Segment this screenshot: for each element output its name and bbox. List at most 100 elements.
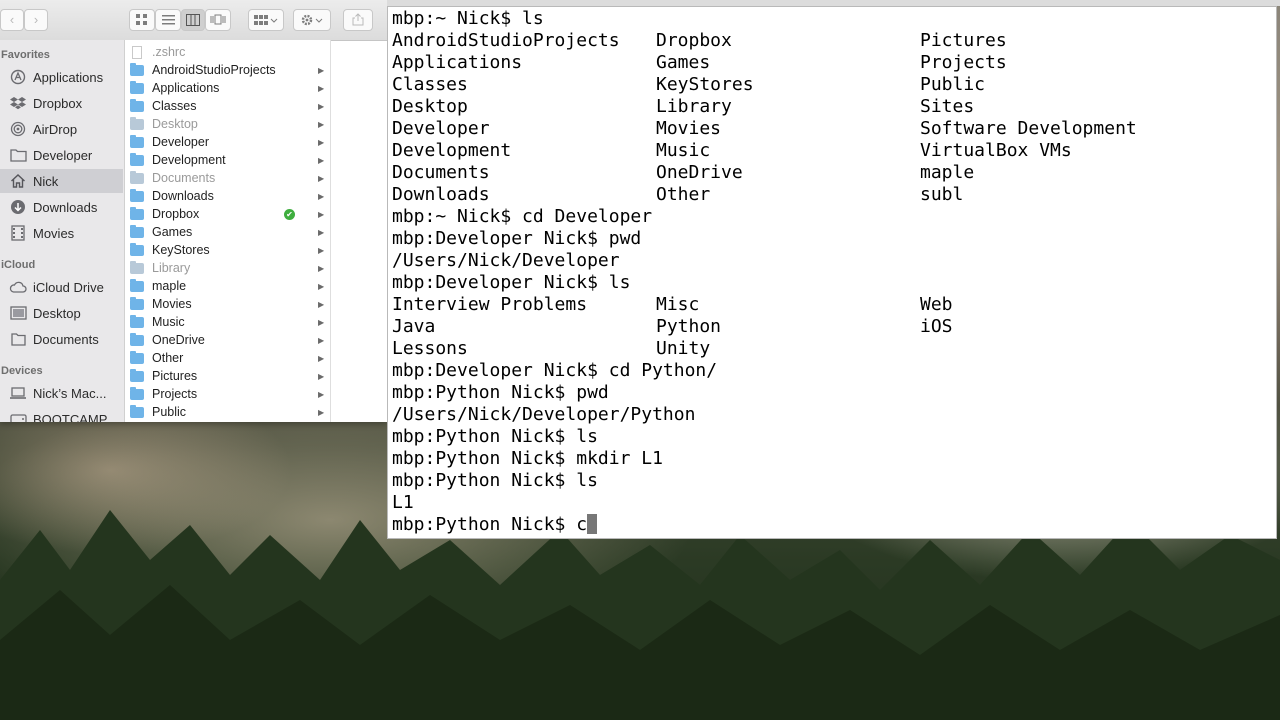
sidebar-item-label: Documents — [33, 331, 99, 347]
terminal-line: Java Python iOS — [392, 316, 953, 337]
list-item[interactable]: Public ▶ — [125, 403, 330, 421]
folder-icon — [130, 368, 144, 382]
list-item[interactable]: Games ▶ — [125, 223, 330, 241]
terminal-line: mbp:~ Nick$ cd Developer — [392, 206, 653, 227]
disclosure-arrow-icon: ▶ — [318, 65, 325, 75]
terminal-input[interactable]: c — [576, 514, 587, 535]
sidebar-item-label: Developer — [33, 147, 93, 163]
folder-icon — [130, 314, 144, 328]
list-item[interactable]: Projects ▶ — [125, 385, 330, 403]
terminal-line: mbp:Developer Nick$ ls — [392, 272, 631, 293]
terminal-line: mbp:Python Nick$ mkdir L1 — [392, 448, 663, 469]
list-item[interactable]: Applications ▶ — [125, 79, 330, 97]
document-icon — [132, 45, 142, 59]
folder-icon — [130, 224, 144, 238]
action-button[interactable] — [293, 9, 331, 31]
folder-icon — [130, 404, 144, 418]
sidebar-item-applications[interactable]: Applications — [0, 65, 123, 89]
sidebar-item-bootcamp[interactable]: BOOTCAMP — [0, 407, 123, 422]
terminal-line: Documents OneDrive maple — [392, 162, 975, 183]
grid-icon — [136, 14, 147, 25]
terminal-line: /Users/Nick/Developer/Python — [392, 404, 696, 425]
applications-icon — [8, 69, 28, 85]
sidebar-item-label: Applications — [33, 69, 104, 85]
terminal-line: L1 — [392, 492, 414, 513]
share-button[interactable] — [343, 9, 373, 31]
folder-icon — [130, 278, 144, 292]
text-cursor — [587, 514, 598, 534]
list-item[interactable]: Desktop ▶ — [125, 115, 330, 133]
sync-check-icon: ✔ — [284, 208, 295, 220]
sidebar-item-label: Nick — [33, 173, 59, 189]
terminal-line: Downloads Other subl — [392, 184, 964, 205]
terminal-line: mbp:Developer Nick$ pwd — [392, 228, 642, 249]
sidebar-item-downloads[interactable]: Downloads — [0, 195, 123, 219]
disclosure-arrow-icon: ▶ — [318, 317, 325, 327]
list-item[interactable]: Classes ▶ — [125, 97, 330, 115]
disclosure-arrow-icon: ▶ — [318, 299, 325, 309]
folder-icon — [130, 152, 144, 166]
terminal-prompt: mbp:Python Nick$ — [392, 514, 577, 535]
terminal-input-line[interactable]: mbp:Python Nick$ c — [392, 514, 1272, 536]
terminal-line: Classes KeyStores Public — [392, 74, 986, 95]
sidebar-item-nick[interactable]: Nick — [0, 169, 123, 193]
finder-toolbar: ‹ › — [0, 0, 387, 41]
folder-icon — [130, 242, 144, 256]
favorites-header: Favorites — [1, 49, 50, 61]
folder-icon — [130, 260, 144, 274]
sidebar-item-icloud-documents[interactable]: Documents — [0, 327, 123, 351]
sidebar-item-airdrop[interactable]: AirDrop — [0, 117, 123, 141]
icloud-header: iCloud — [1, 259, 36, 271]
list-item[interactable]: Dropbox ✔ ▶ — [125, 205, 330, 223]
sidebar-item-dropbox[interactable]: Dropbox — [0, 91, 123, 115]
list-view-button[interactable] — [155, 9, 181, 31]
terminal-line: Desktop Library Sites — [392, 96, 975, 117]
folder-icon — [130, 116, 144, 130]
list-item[interactable]: maple ▶ — [125, 277, 330, 295]
list-item[interactable]: Library ▶ — [125, 259, 330, 277]
terminal-line: Applications Games Projects — [392, 52, 1007, 73]
arrange-icon — [254, 15, 278, 25]
list-item[interactable]: Other ▶ — [125, 349, 330, 367]
list-item[interactable]: .zshrc — [125, 43, 330, 61]
movies-icon — [8, 225, 28, 241]
folder-icon — [130, 134, 144, 148]
forward-button[interactable]: › — [24, 9, 48, 31]
list-item[interactable]: Pictures ▶ — [125, 367, 330, 385]
terminal-line: Developer Movies Software Development — [392, 118, 1137, 139]
folder-icon — [130, 296, 144, 310]
sidebar-item-icloud-drive[interactable]: iCloud Drive — [0, 275, 123, 299]
finder-window[interactable]: ‹ › Favorites Applications Dropbox AirDr… — [0, 0, 387, 422]
disclosure-arrow-icon: ▶ — [318, 191, 325, 201]
folder-icon — [130, 350, 144, 364]
list-item[interactable]: Movies ▶ — [125, 295, 330, 313]
list-item[interactable]: AndroidStudioProjects ▶ — [125, 61, 330, 79]
column-view-button[interactable] — [181, 9, 205, 31]
list-item[interactable]: Documents ▶ — [125, 169, 330, 187]
disclosure-arrow-icon: ▶ — [318, 407, 325, 417]
folder-icon — [130, 206, 144, 220]
terminal-output: mbp:~ Nick$ ls AndroidStudioProjects Drop… — [392, 8, 1272, 536]
terminal-line: mbp:Python Nick$ pwd — [392, 382, 609, 403]
arrange-button[interactable] — [248, 9, 284, 31]
coverflow-view-button[interactable] — [205, 9, 231, 31]
sidebar-item-icloud-desktop[interactable]: Desktop — [0, 301, 123, 325]
back-button[interactable]: ‹ — [0, 9, 24, 31]
finder-column-list[interactable]: .zshrc AndroidStudioProjects ▶ Applicatio… — [125, 40, 331, 422]
dropbox-icon — [8, 95, 28, 111]
list-item[interactable]: OneDrive ▶ — [125, 331, 330, 349]
cloud-icon — [8, 279, 28, 295]
sidebar-item-movies[interactable]: Movies — [0, 221, 123, 245]
list-item[interactable]: KeyStores ▶ — [125, 241, 330, 259]
disk-icon — [8, 411, 28, 422]
list-item[interactable]: Downloads ▶ — [125, 187, 330, 205]
list-item[interactable]: Music ▶ — [125, 313, 330, 331]
list-item[interactable]: Developer ▶ — [125, 133, 330, 151]
icon-view-button[interactable] — [129, 9, 155, 31]
sidebar-item-developer[interactable]: Developer — [0, 143, 123, 167]
terminal-line: mbp:~ Nick$ ls — [392, 8, 544, 29]
list-item[interactable]: Development ▶ — [125, 151, 330, 169]
home-icon — [8, 173, 28, 189]
sidebar-item-nicks-mac[interactable]: Nick’s Mac... — [0, 381, 123, 405]
terminal-window[interactable]: mbp:~ Nick$ ls AndroidStudioProjects Drop… — [387, 6, 1277, 539]
